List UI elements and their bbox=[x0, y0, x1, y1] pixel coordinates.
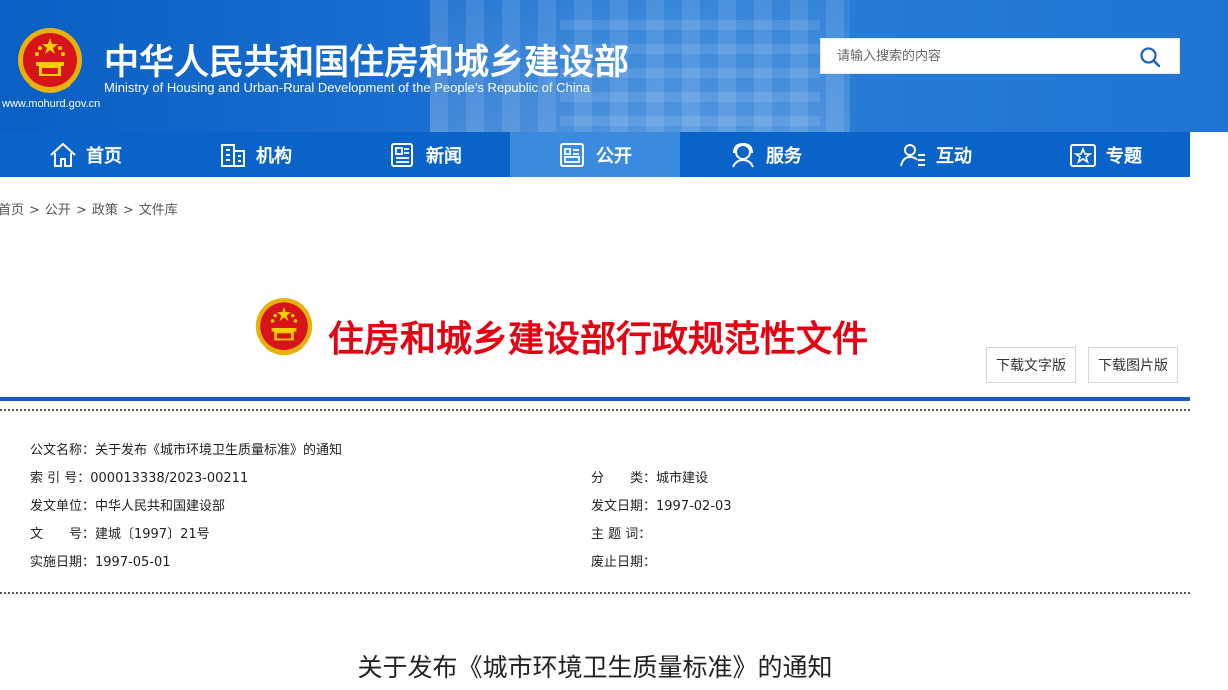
home-icon bbox=[50, 142, 76, 167]
meta-doc-number: 文 号：建城〔1997〕21号 bbox=[30, 523, 210, 542]
breadcrumb-home[interactable]: 首页 bbox=[0, 203, 24, 218]
breadcrumb: 首页 > 公开 > 政策 > 文件库 bbox=[0, 199, 178, 218]
meta-effective-date: 实施日期：1997-05-01 bbox=[30, 551, 171, 570]
nav-label: 互动 bbox=[936, 145, 972, 167]
breadcrumb-separator: > bbox=[122, 203, 134, 218]
search-box bbox=[820, 38, 1180, 74]
divider-dotted-bottom bbox=[0, 592, 1190, 594]
meta-value: 中华人民共和国建设部 bbox=[95, 499, 226, 514]
nav-label: 新闻 bbox=[426, 145, 462, 167]
download-text-button[interactable]: 下载文字版 bbox=[986, 347, 1076, 383]
meta-repeal-date: 废止日期： bbox=[591, 551, 656, 570]
meta-value: 000013338/2023-00211 bbox=[90, 471, 249, 486]
meta-value: 关于发布《城市环境卫生质量标准》的通知 bbox=[95, 443, 343, 458]
topic-icon bbox=[1070, 143, 1096, 167]
meta-value: 建城〔1997〕21号 bbox=[95, 527, 210, 542]
national-emblem-icon[interactable] bbox=[16, 26, 84, 98]
meta-issuer: 发文单位：中华人民共和国建设部 bbox=[30, 495, 225, 514]
search-input[interactable] bbox=[821, 39, 1121, 73]
breadcrumb-policy[interactable]: 政策 bbox=[92, 203, 118, 218]
nav-item-news[interactable]: 新闻 bbox=[340, 132, 510, 177]
breadcrumb-separator: > bbox=[29, 203, 40, 218]
site-title-en: Ministry of Housing and Urban-Rural Deve… bbox=[104, 80, 591, 95]
nav-item-topic[interactable]: 专题 bbox=[1020, 132, 1190, 177]
meta-category: 分 类：城市建设 bbox=[591, 467, 708, 486]
nav-label: 公开 bbox=[596, 145, 632, 167]
meta-label: 分 类： bbox=[591, 471, 657, 486]
meta-label: 实施日期： bbox=[30, 555, 96, 570]
download-image-button[interactable]: 下载图片版 bbox=[1088, 347, 1178, 383]
document-heading: 住房和城乡建设部行政规范性文件 bbox=[328, 319, 869, 360]
article-title: 关于发布《城市环境卫生质量标准》的通知 bbox=[357, 653, 833, 682]
divider-blue bbox=[0, 397, 1190, 401]
meta-issue-date: 发文日期：1997-02-03 bbox=[591, 495, 732, 514]
main-nav: 首页 机构 新闻 公开 服务 互动 专题 bbox=[0, 132, 1190, 177]
meta-label: 主 题 词： bbox=[591, 527, 652, 542]
divider-dotted-top bbox=[0, 409, 1190, 411]
nav-item-home[interactable]: 首页 bbox=[0, 132, 170, 177]
news-icon bbox=[391, 142, 413, 167]
meta-label: 发文日期： bbox=[591, 499, 657, 514]
building-icon bbox=[221, 143, 245, 167]
nav-label: 服务 bbox=[766, 145, 802, 167]
site-url: www.mohurd.gov.cn bbox=[2, 98, 101, 110]
meta-keywords: 主 题 词： bbox=[591, 523, 651, 542]
breadcrumb-public[interactable]: 公开 bbox=[45, 203, 71, 218]
meta-index-no: 索 引 号：000013338/2023-00211 bbox=[30, 467, 248, 486]
site-title-cn[interactable]: 中华人民共和国住房和城乡建设部 bbox=[104, 34, 629, 85]
meta-label: 发文单位： bbox=[30, 499, 96, 514]
meta-label: 文 号： bbox=[30, 527, 96, 542]
nav-label: 专题 bbox=[1106, 145, 1142, 167]
interact-icon bbox=[900, 143, 925, 166]
meta-value: 城市建设 bbox=[656, 471, 709, 486]
nav-item-interact[interactable]: 互动 bbox=[850, 132, 1020, 177]
meta-label: 公文名称： bbox=[30, 443, 96, 458]
header-banner: www.mohurd.gov.cn 中华人民共和国住房和城乡建设部 Minist… bbox=[0, 0, 1228, 132]
meta-value: 1997-05-01 bbox=[95, 555, 171, 570]
meta-label: 索 引 号： bbox=[30, 471, 91, 486]
meta-value: 1997-02-03 bbox=[656, 499, 732, 514]
breadcrumb-separator: > bbox=[75, 203, 87, 218]
nav-item-org[interactable]: 机构 bbox=[170, 132, 340, 177]
meta-label: 废止日期： bbox=[591, 555, 657, 570]
national-emblem-icon bbox=[255, 298, 313, 356]
nav-item-public[interactable]: 公开 bbox=[510, 132, 680, 177]
breadcrumb-library[interactable]: 文件库 bbox=[139, 203, 178, 218]
search-icon[interactable] bbox=[1139, 46, 1161, 68]
meta-doc-name: 公文名称：关于发布《城市环境卫生质量标准》的通知 bbox=[30, 439, 342, 458]
nav-label: 机构 bbox=[256, 145, 292, 167]
nav-label: 首页 bbox=[86, 145, 122, 167]
public-icon bbox=[560, 142, 584, 167]
nav-item-service[interactable]: 服务 bbox=[680, 132, 850, 177]
service-icon bbox=[732, 142, 754, 167]
